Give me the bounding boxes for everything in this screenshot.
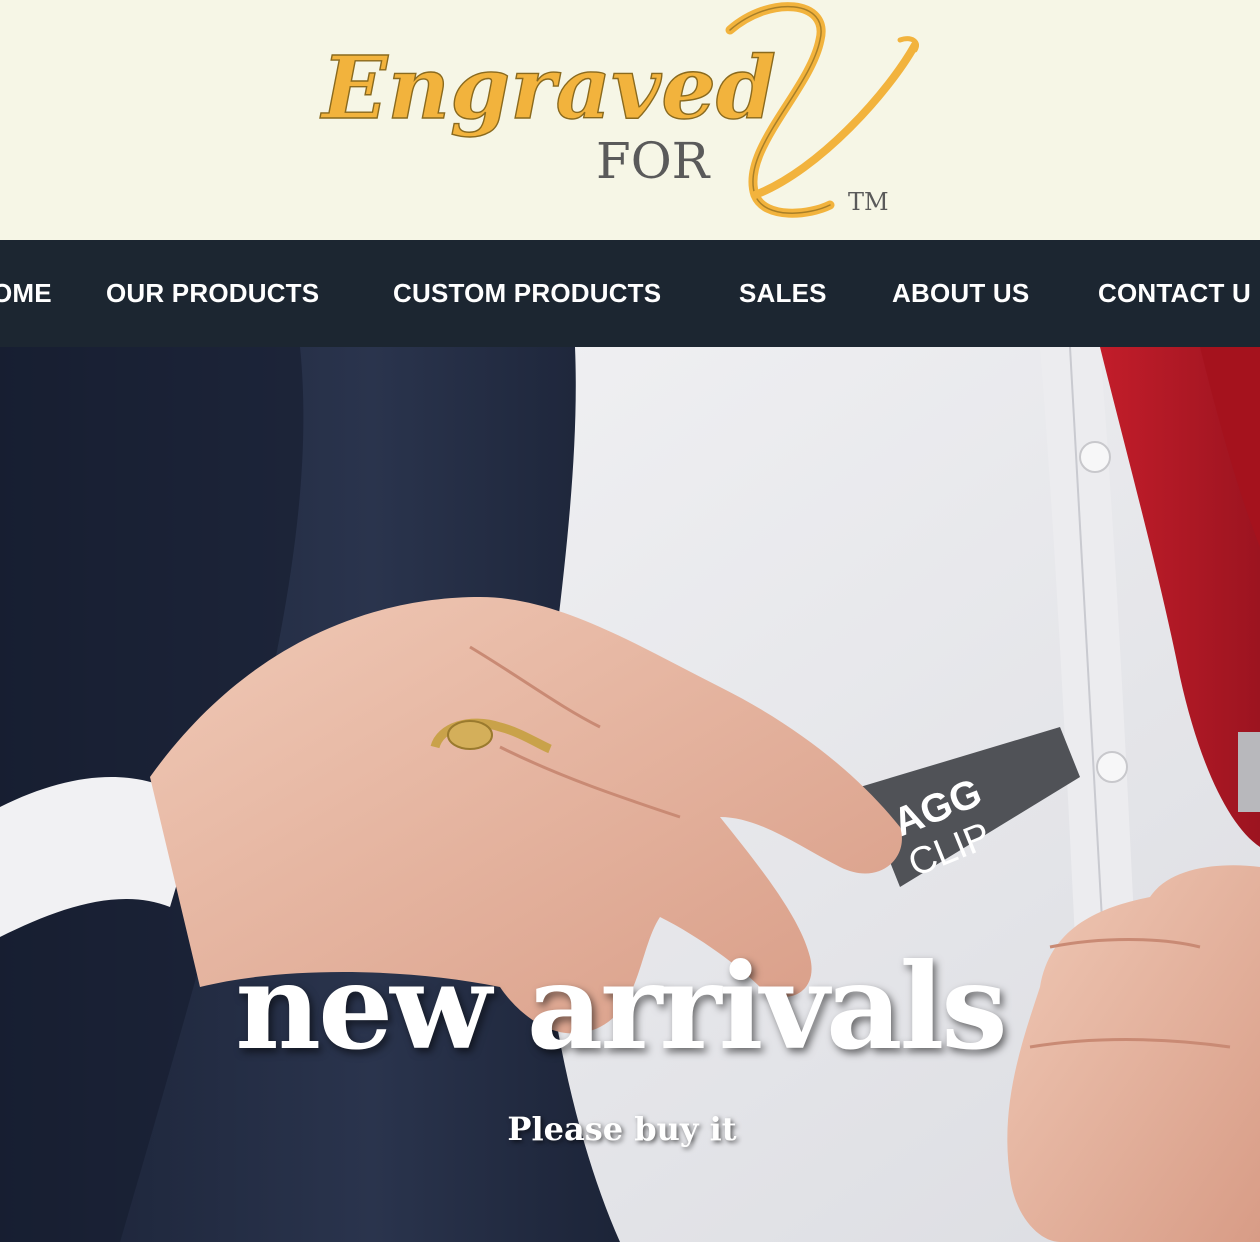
nav-item-contact-us[interactable]: CONTACT U bbox=[1098, 240, 1251, 347]
logo-trademark: TM bbox=[848, 188, 889, 216]
logo-word-for: FOR bbox=[596, 132, 711, 190]
nav-item-about-us[interactable]: ABOUT US bbox=[892, 240, 1029, 347]
nav-item-home[interactable]: OME bbox=[0, 240, 52, 347]
hero-title: new arrivals bbox=[235, 937, 1007, 1076]
hero-subtitle: Please buy it bbox=[507, 1110, 737, 1148]
site-header: Engraved FOR TM bbox=[0, 0, 1260, 240]
hero-banner: AGG CLIP new arrivals Please buy it bbox=[0, 347, 1260, 1242]
nav-item-our-products[interactable]: OUR PRODUCTS bbox=[106, 240, 319, 347]
hero-photo: AGG CLIP bbox=[0, 347, 1260, 1242]
nav-item-sales[interactable]: SALES bbox=[739, 240, 827, 347]
nav-item-custom-products[interactable]: CUSTOM PRODUCTS bbox=[393, 240, 661, 347]
main-nav: OME OUR PRODUCTS CUSTOM PRODUCTS SALES A… bbox=[0, 240, 1260, 347]
site-logo[interactable]: Engraved FOR TM bbox=[300, 0, 940, 240]
logo-graphic: Engraved FOR TM bbox=[318, 2, 919, 218]
logo-word-engraved: Engraved bbox=[319, 38, 776, 139]
